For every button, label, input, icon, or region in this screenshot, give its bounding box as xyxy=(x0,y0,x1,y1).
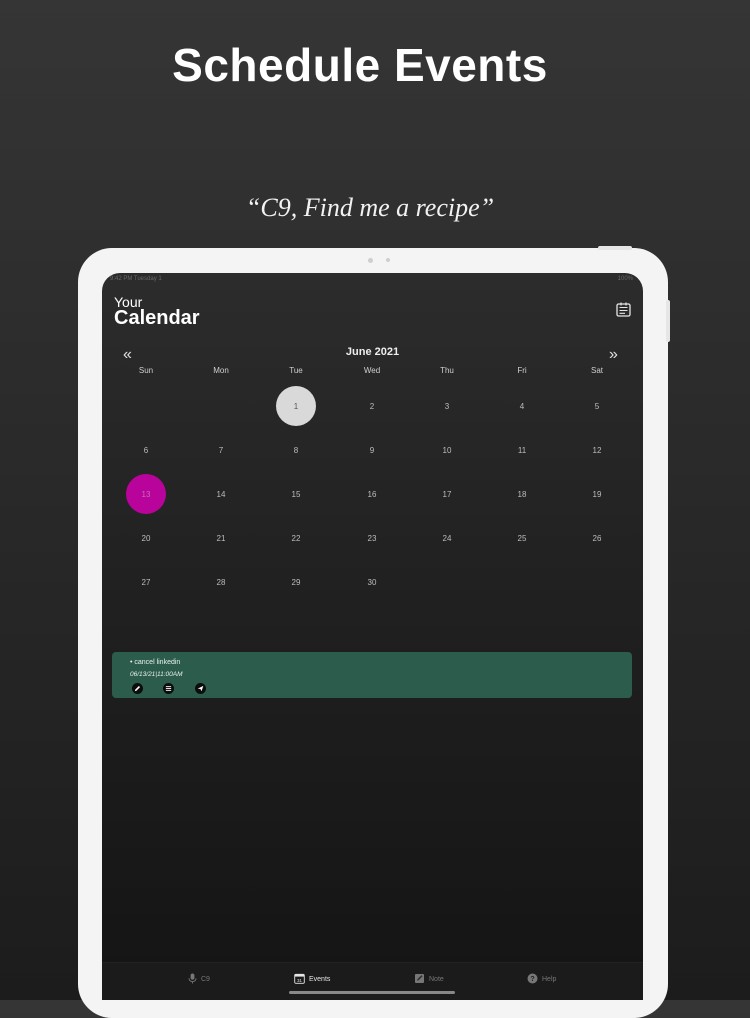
calendar-day[interactable]: 4 xyxy=(502,386,542,426)
edit-icon[interactable] xyxy=(132,683,143,694)
calendar-day[interactable]: 8 xyxy=(276,430,316,470)
calendar-day[interactable]: 27 xyxy=(126,562,166,602)
tab-events[interactable]: 31 Events xyxy=(294,973,330,986)
calendar-icon: 31 xyxy=(294,973,305,986)
help-icon: ? xyxy=(527,973,538,986)
weekday-label: Mon xyxy=(213,366,229,375)
home-indicator xyxy=(289,991,455,994)
device-camera xyxy=(368,258,373,263)
month-label: June 2021 xyxy=(345,346,400,358)
calendar-day[interactable]: 16 xyxy=(352,474,392,514)
note-icon xyxy=(414,973,425,986)
calendar-day[interactable]: 19 xyxy=(577,474,617,514)
promo-headline: Schedule Events xyxy=(172,39,548,91)
svg-text:?: ? xyxy=(530,976,534,983)
calendar-day[interactable]: 20 xyxy=(126,518,166,558)
calendar-day[interactable]: 9 xyxy=(352,430,392,470)
calendar-day[interactable]: 10 xyxy=(427,430,467,470)
calendar-day[interactable]: 14 xyxy=(201,474,241,514)
device-sensor xyxy=(386,258,390,262)
calendar-day[interactable]: 3 xyxy=(427,386,467,426)
weekday-label: Wed xyxy=(363,366,381,375)
tab-c9[interactable]: C9 xyxy=(188,973,210,986)
tab-label: C9 xyxy=(201,976,210,983)
calendar-day[interactable]: 26 xyxy=(577,518,617,558)
weekday-label: Tue xyxy=(289,366,303,375)
calendar-day[interactable]: 24 xyxy=(427,518,467,558)
device-top-button xyxy=(598,246,632,250)
calendar-day[interactable]: 1 xyxy=(276,386,316,426)
event-card[interactable]: • cancel linkedin 06/13/21|11:00AM xyxy=(112,652,632,698)
device-side-button xyxy=(666,300,670,342)
weekday-label: Thu xyxy=(440,366,454,375)
header-title: Calendar xyxy=(114,307,200,329)
tab-label: Events xyxy=(309,976,331,983)
calendar-day[interactable]: 29 xyxy=(276,562,316,602)
calendar-day[interactable]: 15 xyxy=(276,474,316,514)
promo-quote: “C9, Find me a recipe” xyxy=(245,193,495,222)
calendar-day[interactable]: 28 xyxy=(201,562,241,602)
planner-icon[interactable] xyxy=(615,301,633,319)
calendar-day[interactable]: 6 xyxy=(126,430,166,470)
event-time: 06/13/21|11:00AM xyxy=(130,671,183,678)
microphone-icon xyxy=(188,973,197,986)
calendar-day[interactable]: 22 xyxy=(276,518,316,558)
calendar-day[interactable]: 13 xyxy=(126,474,166,514)
calendar-day[interactable]: 23 xyxy=(352,518,392,558)
tab-help[interactable]: ? Help xyxy=(527,973,556,986)
event-title: • cancel linkedin xyxy=(130,659,181,666)
list-icon[interactable] xyxy=(163,683,174,694)
app-screen: 9:42 PM Tuesday 1 100% Your Calendar « »… xyxy=(102,273,643,1000)
calendar-day[interactable]: 11 xyxy=(502,430,542,470)
calendar-day[interactable]: 30 xyxy=(352,562,392,602)
calendar-day[interactable]: 5 xyxy=(577,386,617,426)
svg-text:31: 31 xyxy=(297,978,302,983)
calendar-day[interactable]: 25 xyxy=(502,518,542,558)
weekday-label: Sat xyxy=(590,366,603,375)
status-time: 9:42 PM Tuesday 1 xyxy=(110,276,162,282)
calendar-day[interactable]: 18 xyxy=(502,474,542,514)
calendar-day[interactable]: 17 xyxy=(427,474,467,514)
tab-note[interactable]: Note xyxy=(414,973,444,986)
tab-label: Help xyxy=(542,976,557,983)
tab-bar: C9 31 Events Note ? Help xyxy=(102,962,643,1000)
weekday-label: Fri xyxy=(517,366,527,375)
calendar-day[interactable]: 7 xyxy=(201,430,241,470)
calendar-day[interactable]: 2 xyxy=(352,386,392,426)
weekday-label: Sun xyxy=(138,366,154,375)
send-icon[interactable] xyxy=(195,683,206,694)
calendar-day[interactable]: 12 xyxy=(577,430,617,470)
tab-label: Note xyxy=(429,976,444,983)
status-battery: 100% xyxy=(617,276,633,282)
calendar-day[interactable]: 21 xyxy=(201,518,241,558)
